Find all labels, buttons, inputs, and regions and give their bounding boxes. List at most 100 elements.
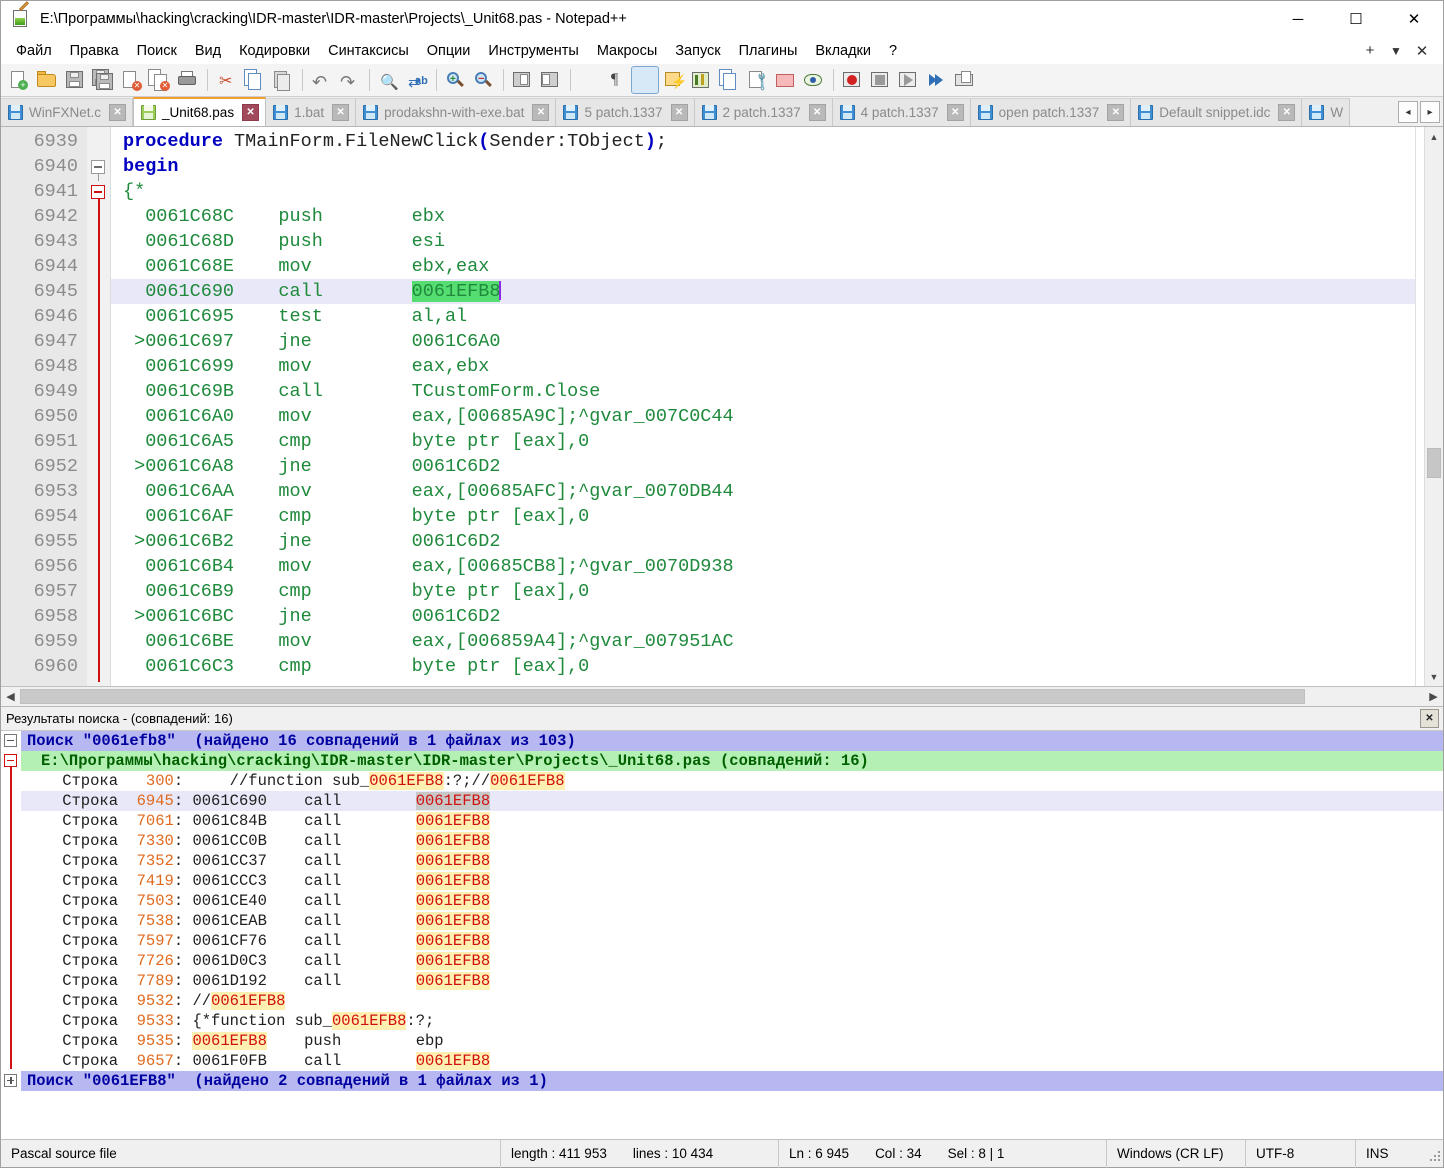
chevron-down-icon[interactable]: ▼ [1383, 44, 1409, 58]
close-tab-button[interactable]: ✕ [532, 104, 550, 121]
menu-language[interactable]: Синтаксисы [319, 40, 418, 62]
code-line[interactable]: begin [111, 154, 1415, 179]
close-tab-button[interactable]: ✕ [332, 104, 350, 121]
code-line[interactable]: 0061C6B4 mov eax,[00685CB8];^gvar_0070D9… [111, 554, 1415, 579]
menu-search[interactable]: Поиск [128, 40, 186, 62]
vertical-scroll-track[interactable] [1425, 146, 1443, 667]
results-collapse-icon[interactable] [4, 754, 17, 767]
play-macro-button[interactable] [895, 67, 921, 93]
code-line[interactable]: >0061C697 jne 0061C6A0 [111, 329, 1415, 354]
undo-button[interactable]: ↶ [308, 67, 334, 93]
stop-record-button[interactable] [867, 67, 893, 93]
search-result-row[interactable]: Строка 300: //function sub_0061EFB8:?;//… [21, 771, 1443, 791]
code-line[interactable]: 0061C68E mov ebx,eax [111, 254, 1415, 279]
document-switcher-button[interactable]: 🔧 [744, 67, 773, 93]
search-result-row[interactable]: Строка 9532: //0061EFB8 [21, 991, 1443, 1011]
document-tab[interactable]: 2 patch.1337 ✕ [694, 98, 833, 126]
results-expand-icon[interactable] [4, 1074, 17, 1087]
code-line[interactable]: 0061C6AA mov eax,[00685AFC];^gvar_0070DB… [111, 479, 1415, 504]
document-tab[interactable]: WinFXNet.c ✕ [1, 98, 134, 126]
open-file-button[interactable] [34, 67, 60, 93]
search-result-row[interactable]: Строка 7352: 0061CC37 call 0061EFB8 [21, 851, 1443, 871]
search-result-row[interactable]: Строка 9657: 0061F0FB call 0061EFB8 [21, 1051, 1443, 1071]
indent-guide-button[interactable] [631, 66, 659, 94]
code-line[interactable]: 0061C68C push ebx [111, 204, 1415, 229]
code-line[interactable]: >0061C6BC jne 0061C6D2 [111, 604, 1415, 629]
paste-button[interactable] [269, 67, 295, 93]
fold-collapse-icon[interactable] [91, 185, 105, 199]
close-document-icon[interactable]: ✕ [1409, 42, 1435, 60]
code-line[interactable]: 0061C6AF cmp byte ptr [eax],0 [111, 504, 1415, 529]
search-result-row[interactable]: Строка 6945: 0061C690 call 0061EFB8 [21, 791, 1443, 811]
editor-horizontal-scrollbar[interactable]: ◀ ▶ [1, 687, 1443, 707]
search-result-row[interactable]: Строка 7538: 0061CEAB call 0061EFB8 [21, 911, 1443, 931]
search-result-row[interactable]: Строка 7330: 0061CC0B call 0061EFB8 [21, 831, 1443, 851]
find-button[interactable]: 🔍 [375, 67, 401, 93]
search-results-panel[interactable]: Поиск "0061efb8" (найдено 16 совпадений … [1, 731, 1443, 1139]
document-tab[interactable]: 5 patch.1337 ✕ [556, 98, 695, 126]
menu-edit[interactable]: Правка [61, 40, 128, 62]
menu-macro[interactable]: Макросы [588, 40, 666, 62]
horizontal-scroll-track[interactable] [20, 688, 1424, 705]
document-tab[interactable]: open patch.1337 ✕ [970, 98, 1132, 126]
record-macro-button[interactable] [839, 67, 865, 93]
run-macro-multiple-button[interactable] [923, 67, 949, 93]
document-tab[interactable]: 1.bat ✕ [266, 98, 357, 126]
sync-vertical-scroll-button[interactable] [509, 67, 535, 93]
search-results-file-header[interactable]: E:\Программы\hacking\cracking\IDR-master… [21, 751, 1443, 771]
vertical-scroll-thumb[interactable] [1427, 448, 1441, 478]
document-map-button[interactable] [688, 67, 714, 93]
code-line[interactable]: 0061C69B call TCustomForm.Close [111, 379, 1415, 404]
close-tab-button[interactable]: ✕ [242, 104, 260, 121]
scroll-right-icon[interactable]: ▶ [1424, 687, 1443, 706]
search-result-row[interactable]: Строка 9533: {*function sub_0061EFB8:?; [21, 1011, 1443, 1031]
code-line[interactable]: 0061C695 test al,al [111, 304, 1415, 329]
zoom-out-button[interactable]: − [470, 67, 496, 93]
search-results-group-header[interactable]: Поиск "0061efb8" (найдено 16 совпадений … [21, 731, 1443, 751]
search-results-list[interactable]: Поиск "0061efb8" (найдено 16 совпадений … [21, 731, 1443, 1139]
horizontal-scroll-thumb[interactable] [20, 689, 1305, 704]
results-collapse-icon[interactable] [4, 734, 17, 747]
search-result-row[interactable]: Строка 7597: 0061CF76 call 0061EFB8 [21, 931, 1443, 951]
document-tab[interactable]: Default snippet.idc ✕ [1131, 98, 1303, 126]
fold-marker-row[interactable] [87, 129, 110, 154]
minimize-button[interactable]: ─ [1269, 1, 1327, 37]
code-line[interactable]: 0061C6B9 cmp byte ptr [eax],0 [111, 579, 1415, 604]
close-file-button[interactable]: ✕ [118, 67, 144, 93]
code-line[interactable]: {* [111, 179, 1415, 204]
close-tab-button[interactable]: ✕ [1278, 104, 1296, 121]
menu-settings[interactable]: Опции [418, 40, 480, 62]
print-button[interactable] [174, 67, 200, 93]
document-tab[interactable]: prodakshn-with-exe.bat ✕ [356, 98, 557, 126]
save-all-button[interactable] [90, 67, 116, 93]
code-line[interactable]: 0061C68D push esi [111, 229, 1415, 254]
close-all-button[interactable]: ✕ [146, 67, 172, 93]
code-line[interactable]: 0061C690 call 0061EFB8 [111, 279, 1415, 304]
close-search-results-button[interactable]: ✕ [1420, 709, 1439, 728]
search-result-row[interactable]: Строка 7726: 0061D0C3 call 0061EFB8 [21, 951, 1443, 971]
menu-encoding[interactable]: Кодировки [230, 40, 319, 62]
resize-grip-icon[interactable] [1425, 1146, 1441, 1162]
new-file-button[interactable]: + [6, 67, 32, 93]
menu-tools[interactable]: Инструменты [479, 40, 587, 62]
scroll-down-icon[interactable]: ▼ [1425, 667, 1443, 686]
word-wrap-button[interactable] [576, 67, 602, 93]
menu-window[interactable]: Вкладки [806, 40, 880, 62]
menu-run[interactable]: Запуск [666, 40, 729, 62]
editor-vertical-scrollbar[interactable]: ▲ ▼ [1424, 127, 1443, 686]
function-list-button[interactable] [716, 67, 742, 93]
show-all-characters-button[interactable]: ¶ [604, 67, 630, 93]
results-fold-column[interactable] [1, 731, 21, 1139]
replace-button[interactable]: ⇄ ab [403, 67, 429, 93]
search-results-group-header[interactable]: Поиск "0061EFB8" (найдено 2 совпадений в… [21, 1071, 1443, 1091]
monitoring-eye-icon[interactable] [800, 67, 826, 93]
code-folding-column[interactable] [87, 127, 111, 686]
maximize-button[interactable]: ☐ [1327, 1, 1385, 37]
code-line[interactable]: >0061C6A8 jne 0061C6D2 [111, 454, 1415, 479]
run-button[interactable] [951, 67, 977, 93]
close-tab-button[interactable]: ✕ [670, 104, 688, 121]
menu-help[interactable]: ? [880, 40, 906, 62]
code-line[interactable]: 0061C6C3 cmp byte ptr [eax],0 [111, 654, 1415, 679]
code-line[interactable]: 0061C6A5 cmp byte ptr [eax],0 [111, 429, 1415, 454]
code-line[interactable]: procedure TMainForm.FileNewClick(Sender:… [111, 129, 1415, 154]
